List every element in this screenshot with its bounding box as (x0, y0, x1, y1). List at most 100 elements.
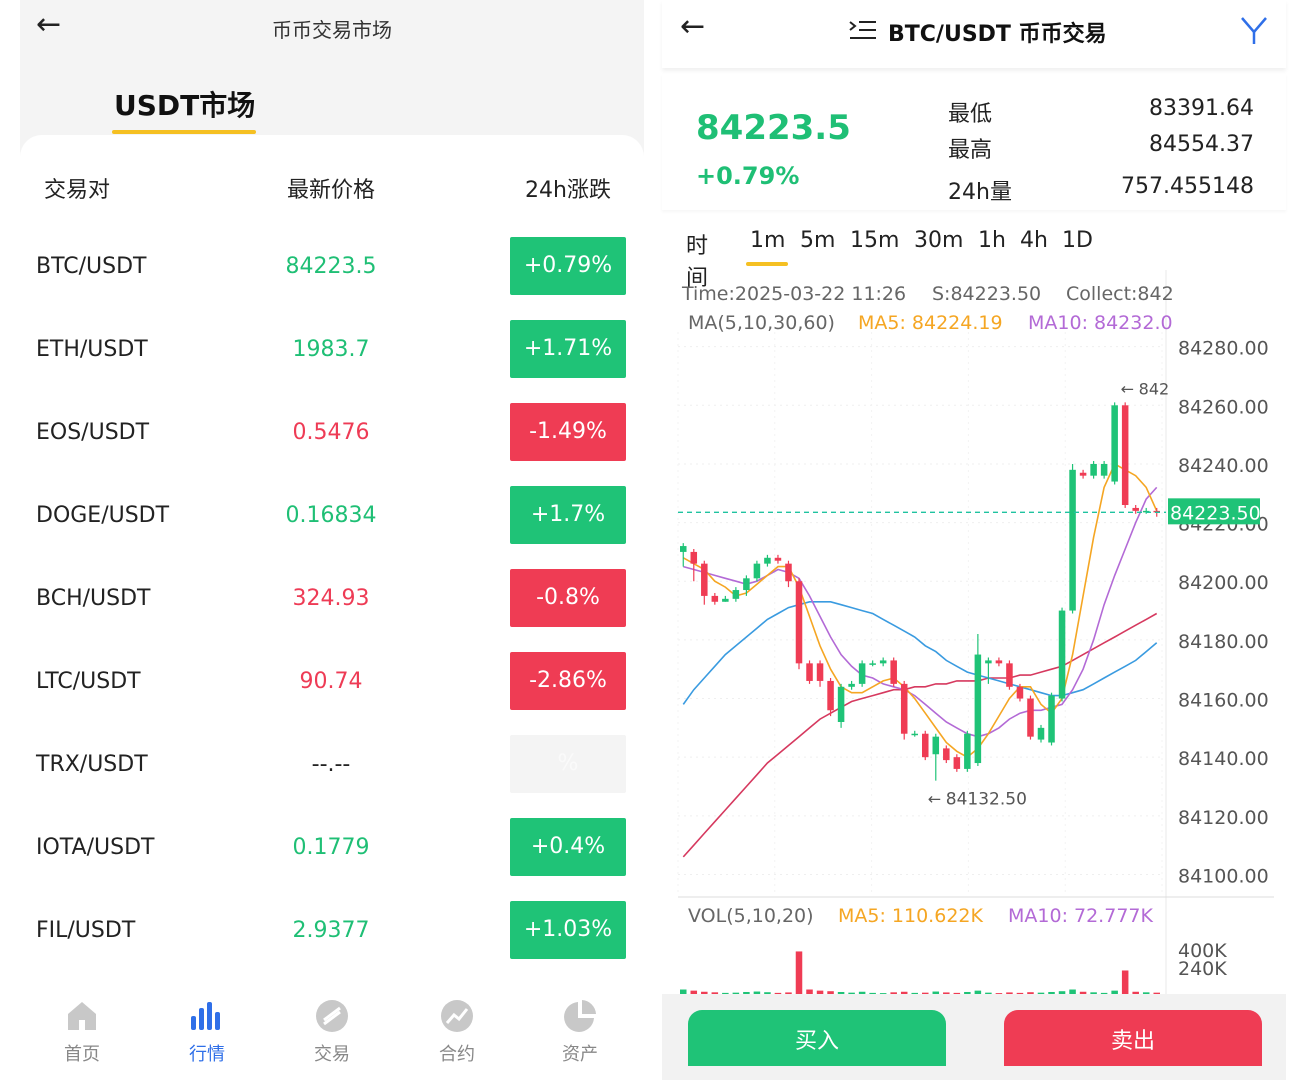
candle-body (943, 748, 950, 761)
candle-body (785, 563, 792, 582)
candle-body (1069, 469, 1076, 611)
ma-legend-label: MA(5,10,30,60) (688, 312, 835, 334)
trade-icon (314, 998, 350, 1034)
stat-high-value: 84554.37 (1149, 132, 1254, 157)
period-1m[interactable]: 1m (750, 228, 785, 253)
market-row[interactable]: BTC/USDT 84223.5 +0.79% (20, 226, 644, 308)
candle-body (964, 733, 971, 769)
sell-button[interactable]: 卖出 (1004, 1010, 1262, 1066)
vol-tick-label: 240K (1178, 958, 1227, 980)
market-row[interactable]: IOTA/USDT 0.1779 +0.4% (20, 807, 644, 889)
market-row[interactable]: EOS/USDT 0.5476 -1.49% (20, 392, 644, 474)
candle-body (1090, 463, 1097, 476)
candle-body (932, 736, 940, 755)
row-pair: BTC/USDT (36, 254, 147, 279)
candle-body (1037, 727, 1045, 740)
candle-body (743, 578, 750, 591)
candle-body (953, 757, 961, 769)
period-4h[interactable]: 4h (1020, 228, 1048, 253)
back-arrow-icon[interactable]: ← (680, 12, 705, 42)
home-icon (64, 998, 100, 1034)
nav-trade[interactable]: 交易 (282, 994, 382, 1066)
vol-ma10-legend: MA10: 72.777K (1008, 905, 1153, 927)
buy-button[interactable]: 买入 (688, 1010, 946, 1066)
column-header-pair: 交易对 (44, 178, 111, 203)
period-5m[interactable]: 5m (800, 228, 835, 253)
row-change-badge: +1.71% (510, 320, 626, 378)
filter-icon[interactable] (1238, 14, 1270, 46)
nav-market[interactable]: 行情 (157, 994, 257, 1066)
candle-body (1027, 698, 1034, 737)
column-header-change[interactable]: 24h涨跌 (510, 172, 626, 204)
trade-chart-screen: ← BTC/USDT 币币交易 84223.5 +0.79% 最低 83391.… (662, 0, 1286, 1080)
row-price: 324.93 (292, 586, 370, 611)
row-pair: BCH/USDT (36, 586, 151, 611)
candle-body (985, 660, 992, 664)
column-header-price[interactable]: 最新价格 (231, 172, 431, 204)
ticker-panel: 84223.5 +0.79% 最低 83391.64 最高 84554.37 2… (662, 74, 1286, 210)
vol-ma5-legend: MA5: 110.622K (838, 905, 983, 927)
candle-body (890, 660, 897, 684)
candle-body (806, 663, 813, 681)
row-change-badge: -1.49% (510, 403, 626, 461)
candle-body (869, 663, 876, 665)
candle-body (1100, 463, 1108, 476)
row-pair: IOTA/USDT (36, 835, 155, 860)
market-row[interactable]: TRX/USDT --.--% (20, 724, 644, 806)
pair-menu-icon[interactable] (848, 18, 878, 42)
period-1h[interactable]: 1h (978, 228, 1006, 253)
row-price: 90.74 (299, 669, 363, 694)
row-price: 2.9377 (292, 918, 370, 943)
market-row[interactable]: BCH/USDT 324.93 -0.8% (20, 558, 644, 640)
tab-usdt-market[interactable]: USDT市场 (114, 84, 255, 124)
vol-legend-label: VOL(5,10,20) (688, 905, 814, 927)
y-tick-label: 84260.00 (1178, 396, 1269, 418)
current-price-tag-text: 84223.50 (1170, 502, 1261, 524)
y-tick-label: 84120.00 (1178, 807, 1269, 829)
nav-trade-label: 交易 (314, 1044, 350, 1065)
candle-body (1048, 695, 1055, 743)
high-marker: 842 (1139, 379, 1170, 398)
nav-assets[interactable]: 资产 (530, 994, 630, 1066)
chart-info-s: S:84223.50 (932, 283, 1041, 305)
period-1d[interactable]: 1D (1062, 228, 1093, 253)
row-change-badge: -0.8% (510, 569, 626, 627)
market-row[interactable]: FIL/USDT 2.9377 +1.03% (20, 890, 644, 972)
period-15m[interactable]: 15m (850, 228, 899, 253)
nav-contract-label: 合约 (439, 1044, 475, 1065)
row-change-badge: +1.7% (510, 486, 626, 544)
market-row[interactable]: ETH/USDT 1983.7 +1.71% (20, 309, 644, 391)
candle-body (1006, 663, 1013, 687)
page-title: 币币交易市场 (272, 18, 392, 42)
last-price: 84223.5 (696, 108, 851, 148)
candle-body (679, 546, 687, 552)
candle-body (816, 663, 824, 681)
candle-body (764, 557, 771, 564)
stat-volume-label: 24h量 (948, 180, 1012, 205)
market-row[interactable]: LTC/USDT 90.74 -2.86% (20, 641, 644, 723)
nav-contract[interactable]: 合约 (407, 994, 507, 1066)
row-price: 84223.5 (285, 254, 377, 279)
row-change-badge: +1.03% (510, 901, 626, 959)
kline-chart-svg[interactable]: 84280.0084260.0084240.0084220.0084200.00… (662, 270, 1286, 994)
nav-home[interactable]: 首页 (32, 994, 132, 1066)
row-pair: DOGE/USDT (36, 503, 170, 528)
stat-low-label: 最低 (948, 102, 993, 127)
price-change: +0.79% (696, 162, 800, 190)
row-pair: TRX/USDT (36, 752, 148, 777)
market-bars-icon (189, 998, 225, 1034)
market-row[interactable]: DOGE/USDT 0.16834 +1.7% (20, 475, 644, 557)
stat-high-label: 最高 (948, 138, 993, 163)
candle-body (921, 733, 929, 758)
ma5-legend: MA5: 84224.19 (858, 312, 1003, 334)
y-tick-label: 84180.00 (1178, 631, 1269, 653)
candle-body (1079, 472, 1087, 476)
candle-body (1132, 507, 1139, 511)
kline-chart[interactable]: 84280.00 84260.00 84240.00 84220.00 84200.00… (662, 270, 1286, 994)
nav-market-label: 行情 (189, 1044, 225, 1065)
y-tick-label: 84100.00 (1178, 865, 1269, 887)
period-30m[interactable]: 30m (914, 228, 963, 253)
chart-info-collect: Collect:842 (1066, 283, 1174, 305)
low-marker: 84132.50 (946, 790, 1027, 810)
candle-body (974, 654, 982, 764)
